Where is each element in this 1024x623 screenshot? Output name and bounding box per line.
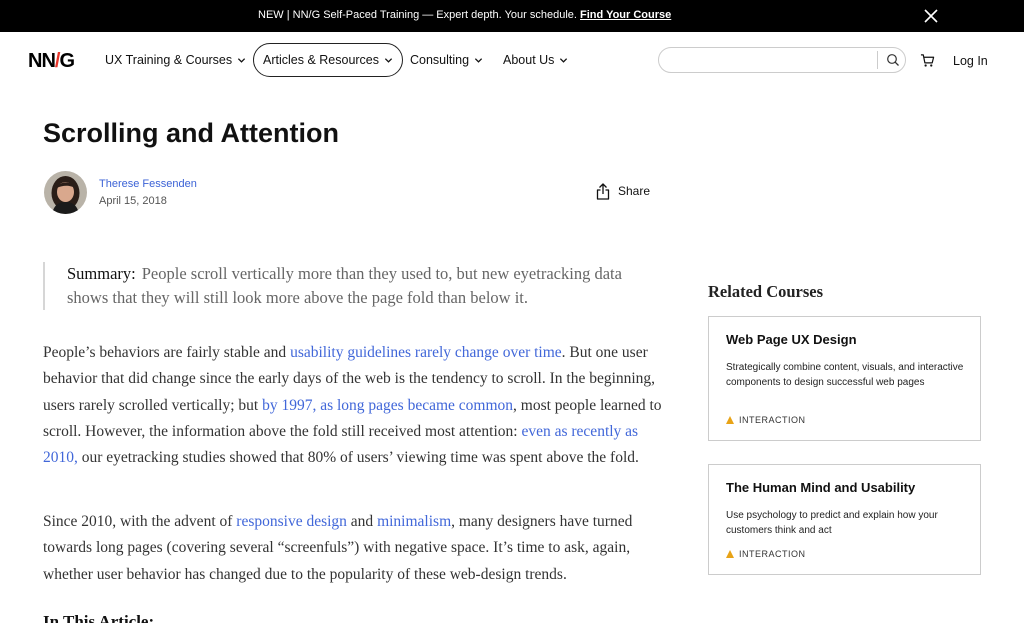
course-tag: INTERACTION	[726, 415, 806, 425]
chevron-down-icon	[560, 57, 568, 63]
nav-label: Articles & Resources	[263, 53, 380, 67]
share-button[interactable]: Share	[596, 182, 650, 200]
nav-articles-resources[interactable]: Articles & Resources	[253, 43, 404, 77]
chevron-down-icon	[384, 57, 393, 63]
nav-label: UX Training & Courses	[105, 53, 233, 67]
toc-heading: In This Article:	[43, 612, 155, 623]
article-paragraph: People’s behaviors are fairly stable and…	[43, 340, 663, 471]
nav-label: About Us	[503, 53, 555, 67]
banner-message: NEW | NN/G Self-Paced Training — Expert …	[258, 9, 577, 21]
close-icon[interactable]	[922, 7, 940, 25]
usability-guidelines-link[interactable]: usability guidelines rarely change over …	[290, 344, 562, 361]
article-paragraph: Since 2010, with the advent of responsiv…	[43, 509, 663, 588]
chevron-down-icon	[238, 57, 246, 63]
paragraph-text: People’s behaviors are fairly stable and	[43, 344, 291, 361]
chevron-down-icon	[474, 57, 483, 63]
related-courses-heading: Related Courses	[708, 282, 824, 301]
nav-consulting[interactable]: Consulting	[410, 43, 483, 77]
paragraph-text: and	[346, 513, 378, 530]
paragraph-text: Since 2010, with the advent of	[43, 513, 237, 530]
logo-right: G	[59, 50, 75, 72]
cart-icon[interactable]	[920, 53, 935, 68]
logo-left: NN	[28, 50, 56, 72]
course-card-web-page-ux-design[interactable]: Web Page UX Design Strategically combine…	[708, 316, 981, 441]
author-avatar[interactable]	[44, 171, 87, 214]
long-pages-1997-link[interactable]: by 1997, as long pages became common	[262, 397, 513, 414]
publish-date: April 15, 2018	[99, 195, 167, 207]
search-input[interactable]	[669, 51, 869, 69]
login-link[interactable]: Log In	[953, 54, 988, 68]
search-icon[interactable]	[886, 53, 900, 67]
search-divider	[877, 51, 878, 69]
share-icon	[596, 182, 610, 200]
course-title: Web Page UX Design	[726, 332, 857, 347]
nav-label: Consulting	[410, 53, 470, 67]
paragraph-text: our eyetracking studies showed that 80% …	[77, 449, 639, 467]
triangle-icon	[726, 416, 734, 424]
course-title: The Human Mind and Usability	[726, 480, 916, 495]
nav-ux-training[interactable]: UX Training & Courses	[105, 43, 246, 77]
page-title: Scrolling and Attention	[43, 118, 339, 148]
search-box	[658, 47, 906, 73]
course-tag-label: INTERACTION	[739, 549, 806, 559]
triangle-icon	[726, 550, 734, 558]
share-label: Share	[618, 184, 651, 198]
nng-logo[interactable]: NN/G	[28, 50, 75, 73]
author-link[interactable]: Therese Fessenden	[99, 178, 197, 190]
announcement-banner: NEW | NN/G Self-Paced Training — Expert …	[0, 0, 1024, 32]
article-summary: Summary: People scroll vertically more th…	[43, 262, 658, 310]
find-course-link[interactable]: Find Your Course	[580, 9, 671, 21]
course-card-human-mind-usability[interactable]: The Human Mind and Usability Use psychol…	[708, 464, 981, 575]
responsive-design-link[interactable]: responsive design	[236, 513, 347, 530]
site-header: NN/G UX Training & Courses Articles & Re…	[0, 32, 1024, 90]
summary-text: People scroll vertically more than they …	[67, 264, 622, 307]
course-tag: INTERACTION	[726, 549, 806, 559]
course-description: Use psychology to predict and explain ho…	[726, 510, 938, 536]
course-tag-label: INTERACTION	[739, 415, 806, 425]
course-description: Strategically combine content, visuals, …	[726, 362, 964, 388]
summary-label: Summary:	[67, 264, 136, 283]
minimalism-link[interactable]: minimalism	[377, 513, 451, 530]
nav-about-us[interactable]: About Us	[503, 43, 568, 77]
